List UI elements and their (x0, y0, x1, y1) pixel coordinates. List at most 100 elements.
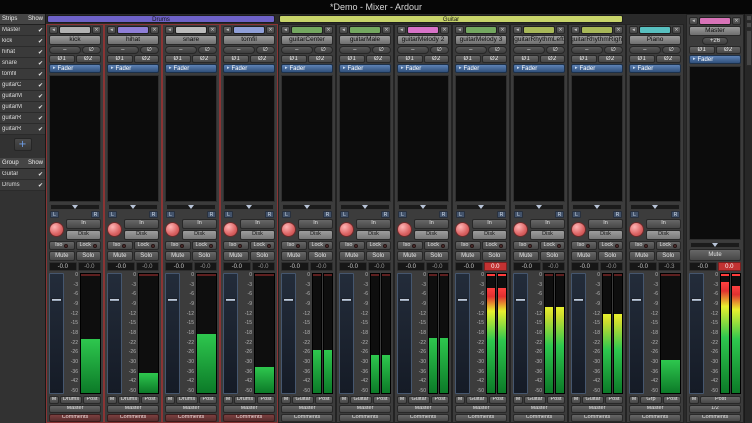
gain-fader[interactable] (339, 273, 354, 394)
fader-processor-button[interactable]: ▸ Fader (339, 64, 391, 73)
sidebar-strip-row[interactable]: guitarR✔ (0, 124, 45, 135)
comments-button[interactable]: Comments (513, 414, 565, 422)
pan-slider[interactable] (514, 204, 564, 210)
mute-button[interactable]: Mute (339, 251, 365, 261)
solo-button[interactable]: Solo (656, 251, 682, 261)
peak-display[interactable]: -0.0 (600, 262, 623, 271)
vertical-scrollbar[interactable] (744, 14, 752, 423)
phase-invert-1-button[interactable]: Ø1 (49, 55, 75, 63)
phase-invert-2-button[interactable]: Ø2 (482, 55, 508, 63)
solo-isolate-button[interactable]: Iso (281, 241, 307, 250)
monitor-disk-button[interactable]: Disk (472, 230, 507, 240)
output-button[interactable]: Master (397, 405, 449, 413)
solo-button[interactable]: Solo (76, 251, 102, 261)
phase-invert-1-button[interactable]: Ø1 (629, 55, 655, 63)
sidebar-strip-row[interactable]: guitarC✔ (0, 80, 45, 91)
record-enable-button[interactable] (513, 222, 528, 237)
sidebar-strip-row[interactable]: tomfil✔ (0, 69, 45, 80)
gain-fader[interactable] (107, 273, 122, 394)
output-button[interactable]: Master (281, 405, 333, 413)
master-fader-processor-button[interactable]: ▸ Fader (689, 55, 741, 64)
show-checkbox[interactable]: ✔ (38, 38, 43, 45)
show-checkbox[interactable]: ✔ (38, 60, 43, 67)
solo-isolate-button[interactable]: Iso (571, 241, 597, 250)
meter-bar[interactable] (312, 273, 322, 394)
trim-button[interactable]: ∅ (604, 46, 623, 54)
solo-lock-button[interactable]: Lock (366, 241, 392, 250)
pan-slider[interactable] (166, 204, 216, 210)
sidebar-group-row[interactable]: Drums✔ (0, 180, 45, 191)
processor-box[interactable] (49, 75, 101, 202)
record-enable-button[interactable] (455, 222, 470, 237)
processor-box[interactable] (223, 75, 275, 202)
meter-point-button[interactable]: Post (547, 396, 565, 404)
meter-point-button[interactable]: Post (83, 396, 101, 404)
phase-invert-1-button[interactable]: Ø1 (455, 55, 481, 63)
record-enable-button[interactable] (397, 222, 412, 237)
phase-invert-1-button[interactable]: Ø1 (223, 55, 249, 63)
mute-button[interactable]: Mute (629, 251, 655, 261)
monitor-disk-button[interactable]: Disk (646, 230, 681, 240)
monitor-disk-button[interactable]: Disk (298, 230, 333, 240)
group-tab-guitar[interactable]: Guitar (279, 15, 623, 23)
output-button[interactable]: Master (571, 405, 623, 413)
solo-isolate-button[interactable]: Iso (339, 241, 365, 250)
pan-slider[interactable] (456, 204, 506, 210)
strip-name-button[interactable]: guitarMelody 2 (397, 35, 449, 45)
meter-bar[interactable] (381, 273, 391, 394)
master-gain-display[interactable]: -0.0 (689, 262, 717, 271)
strip-color-bar[interactable] (523, 26, 555, 34)
gain-display[interactable]: -0.0 (629, 262, 657, 271)
meter-point-button[interactable]: Post (141, 396, 159, 404)
gain-display[interactable]: -0.0 (339, 262, 367, 271)
gain-display[interactable]: -0.0 (455, 262, 483, 271)
meter-bar[interactable] (555, 273, 565, 394)
solo-isolate-button[interactable]: Iso (165, 241, 191, 250)
strip-close-button[interactable]: × (150, 26, 159, 34)
solo-isolate-button[interactable]: Iso (107, 241, 133, 250)
gain-fader[interactable] (49, 273, 64, 394)
input-button[interactable]: – (281, 46, 313, 54)
output-button[interactable]: Master (107, 405, 159, 413)
sidebar-strip-row[interactable]: hihat✔ (0, 47, 45, 58)
strip-shrink-button[interactable]: ◂ (571, 26, 580, 34)
gain-display[interactable]: -0.0 (223, 262, 251, 271)
show-checkbox[interactable]: ✔ (38, 71, 43, 78)
processor-box[interactable] (281, 75, 333, 202)
monitor-input-button[interactable]: In (298, 219, 333, 229)
master-output-button[interactable]: 1/2 (689, 405, 741, 413)
solo-lock-button[interactable]: Lock (250, 241, 276, 250)
trim-button[interactable]: ∅ (82, 46, 101, 54)
processor-box[interactable] (339, 75, 391, 202)
group-button[interactable]: Drums (176, 396, 198, 404)
level-meter[interactable] (312, 273, 333, 394)
show-checkbox[interactable]: ✔ (38, 115, 43, 122)
gain-display[interactable]: -0.0 (571, 262, 599, 271)
strip-close-button[interactable]: × (324, 26, 333, 34)
group-button[interactable]: Drums (60, 396, 82, 404)
mute-button[interactable]: Mute (513, 251, 539, 261)
group-button[interactable]: Guitar (350, 396, 372, 404)
input-button[interactable]: – (339, 46, 371, 54)
strip-shrink-button[interactable]: ◂ (223, 26, 232, 34)
strip-shrink-button[interactable]: ◂ (397, 26, 406, 34)
solo-lock-button[interactable]: Lock (76, 241, 102, 250)
meter-bar[interactable] (497, 273, 507, 394)
metering-button[interactable]: M (339, 396, 349, 404)
input-button[interactable]: – (49, 46, 81, 54)
processor-box[interactable] (513, 75, 565, 202)
peak-display[interactable]: -0.0 (310, 262, 333, 271)
gain-display[interactable]: -0.0 (107, 262, 135, 271)
peak-display[interactable]: -0.0 (252, 262, 275, 271)
strip-color-bar[interactable] (175, 26, 207, 34)
strip-close-button[interactable]: × (440, 26, 449, 34)
solo-isolate-button[interactable]: Iso (49, 241, 75, 250)
scroll-up-button[interactable] (746, 15, 752, 21)
strip-color-bar[interactable] (59, 26, 91, 34)
meter-point-button[interactable]: Post (489, 396, 507, 404)
phase-invert-1-button[interactable]: Ø1 (571, 55, 597, 63)
strip-close-button[interactable]: × (672, 26, 681, 34)
metering-button[interactable]: M (107, 396, 117, 404)
level-meter[interactable] (544, 273, 565, 394)
meter-bar[interactable] (254, 273, 275, 394)
